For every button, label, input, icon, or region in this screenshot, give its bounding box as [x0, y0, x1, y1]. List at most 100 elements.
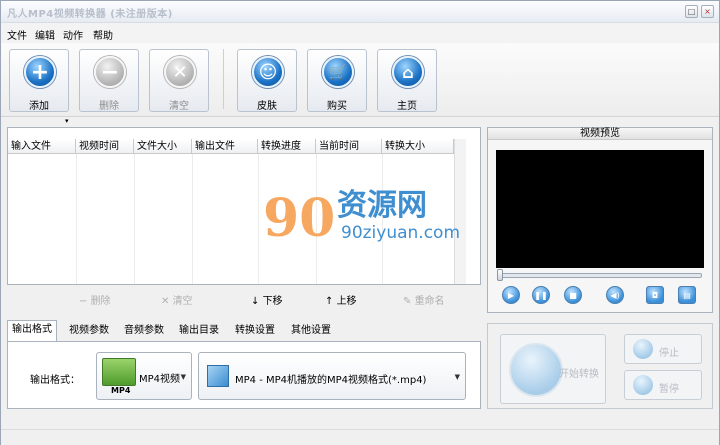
clear-label: 清空	[169, 101, 189, 112]
add-label: 添加	[29, 101, 49, 112]
open-folder-button[interactable]: ▤	[678, 286, 696, 304]
output-format-pane: 输出格式： MP4 MP4视频 ▼ MP4 - MP4机播放的MP4视频格式(*…	[7, 341, 481, 409]
column-current-time[interactable]: 当前时间	[316, 139, 382, 154]
column-progress[interactable]: 转换进度	[258, 139, 316, 154]
column-output-file[interactable]: 输出文件	[192, 139, 258, 154]
home-icon: ⌂	[392, 56, 424, 88]
column-video-time[interactable]: 视频时间	[76, 139, 134, 154]
column-file-size[interactable]: 文件大小	[134, 139, 192, 154]
stop-icon: ■	[569, 290, 577, 300]
chevron-down-icon: ▼	[180, 373, 186, 381]
column-input-file[interactable]: 输入文件	[8, 139, 76, 154]
stop-button[interactable]: ■	[564, 286, 582, 304]
status-bar	[1, 429, 719, 445]
rename-button[interactable]: ✎ 重命名	[403, 292, 445, 307]
column-line	[258, 154, 259, 284]
menu-bar: 文件 编辑 动作 帮助	[1, 23, 719, 43]
row-clear-button[interactable]: ✕ 清空	[161, 292, 193, 307]
skin-label: 皮肤	[257, 101, 277, 112]
maximize-button[interactable]: □	[685, 5, 698, 18]
menu-edit[interactable]: 编辑	[35, 27, 55, 42]
arrow-up-icon: ↑	[325, 296, 337, 307]
volume-icon: ◀)	[610, 290, 620, 300]
title-bar: 凡人MP4视频转换器 (未注册版本) □ ×	[1, 1, 719, 23]
format-select[interactable]: MP4 - MP4机播放的MP4视频格式(*.mp4) ▼	[198, 352, 466, 400]
cube-icon	[207, 365, 229, 387]
column-line	[192, 154, 193, 284]
video-preview-panel: 视频预览 ▶ ❚❚ ■ ◀) ◘ ▤	[487, 127, 713, 313]
stop-convert-button[interactable]: 停止	[624, 334, 702, 364]
mp4-video-icon	[102, 358, 136, 386]
smiley-icon: ☺	[252, 56, 284, 88]
watermark-cn: 资源网	[337, 188, 427, 223]
delete-label: 删除	[99, 101, 119, 112]
table-header: 输入文件 视频时间 文件大小 输出文件 转换进度 当前时间 转换大小	[8, 139, 454, 154]
rename-icon: ✎	[403, 296, 415, 307]
cart-icon: 🛒	[322, 56, 354, 88]
column-converted-size[interactable]: 转换大小	[382, 139, 454, 154]
app-window: 凡人MP4视频转换器 (未注册版本) □ × 文件 编辑 动作 帮助 + 添加 …	[0, 0, 720, 445]
column-line	[76, 154, 77, 284]
minus-icon: −	[79, 296, 91, 307]
move-down-label: 下移	[262, 296, 283, 307]
add-dropdown-icon[interactable]: ▾	[65, 117, 69, 125]
close-button[interactable]: ×	[701, 5, 714, 18]
delete-button[interactable]: − 删除	[79, 49, 139, 112]
menu-help[interactable]: 帮助	[93, 27, 113, 42]
pause-icon	[633, 375, 653, 395]
tab-video-params[interactable]: 视频参数	[65, 322, 113, 342]
skin-button[interactable]: ☺ 皮肤	[237, 49, 297, 112]
preview-screen	[496, 150, 704, 268]
home-label: 主页	[397, 101, 417, 112]
refresh-arrow-icon	[509, 343, 563, 397]
format-category-select[interactable]: MP4 MP4视频 ▼	[96, 352, 192, 400]
row-delete-label: 删除	[90, 296, 111, 307]
play-button[interactable]: ▶	[502, 286, 520, 304]
watermark-en: 90ziyuan.com	[341, 223, 461, 243]
start-convert-button[interactable]: 开始转换	[500, 334, 606, 404]
tab-output-dir[interactable]: 输出目录	[175, 322, 223, 342]
plus-icon: +	[24, 56, 56, 88]
tab-audio-params[interactable]: 音频参数	[120, 322, 168, 342]
pause-convert-label: 暂停	[659, 384, 679, 395]
output-format-label: 输出格式：	[30, 375, 80, 386]
seek-handle[interactable]	[497, 269, 503, 281]
toolbar: + 添加 ▾ − 删除 ✕ 清空 ☺ 皮肤 🛒 购买 ⌂ 主页	[1, 43, 719, 125]
seek-bar[interactable]	[498, 273, 702, 278]
chevron-down-icon: ▼	[454, 373, 460, 381]
minus-icon: −	[94, 56, 126, 88]
window-title: 凡人MP4视频转换器 (未注册版本)	[7, 9, 173, 20]
format-category-value: MP4视频	[139, 374, 181, 385]
pause-convert-button[interactable]: 暂停	[624, 370, 702, 400]
home-button[interactable]: ⌂ 主页	[377, 49, 437, 112]
tab-other-settings[interactable]: 其他设置	[287, 322, 335, 342]
settings-tabs: 输出格式 视频参数 音频参数 输出目录 转换设置 其他设置	[7, 320, 481, 342]
clear-button[interactable]: ✕ 清空	[149, 49, 209, 112]
pause-button[interactable]: ❚❚	[532, 286, 550, 304]
move-down-button[interactable]: ↓ 下移	[251, 292, 283, 307]
row-delete-button[interactable]: − 删除	[79, 292, 111, 307]
move-up-button[interactable]: ↑ 上移	[325, 292, 357, 307]
rename-label: 重命名	[414, 296, 445, 307]
column-line	[134, 154, 135, 284]
tab-output-format[interactable]: 输出格式	[7, 320, 57, 342]
volume-button[interactable]: ◀)	[606, 286, 624, 304]
row-clear-label: 清空	[172, 296, 193, 307]
move-up-label: 上移	[336, 296, 357, 307]
stop-convert-label: 停止	[659, 348, 679, 359]
clear-icon: ✕	[161, 296, 173, 307]
clear-icon: ✕	[164, 56, 196, 88]
tab-convert-settings[interactable]: 转换设置	[231, 322, 279, 342]
buy-label: 购买	[327, 101, 347, 112]
add-button[interactable]: + 添加	[9, 49, 69, 112]
buy-button[interactable]: 🛒 购买	[307, 49, 367, 112]
mp4-badge: MP4	[111, 386, 131, 395]
pause-icon: ❚❚	[534, 290, 548, 300]
snapshot-icon: ◘	[651, 290, 659, 300]
menu-action[interactable]: 动作	[63, 27, 83, 42]
menu-file[interactable]: 文件	[7, 27, 27, 42]
toolbar-divider	[223, 49, 224, 109]
start-convert-label: 开始转换	[559, 369, 599, 380]
folder-icon: ▤	[683, 290, 691, 300]
snapshot-button[interactable]: ◘	[646, 286, 664, 304]
